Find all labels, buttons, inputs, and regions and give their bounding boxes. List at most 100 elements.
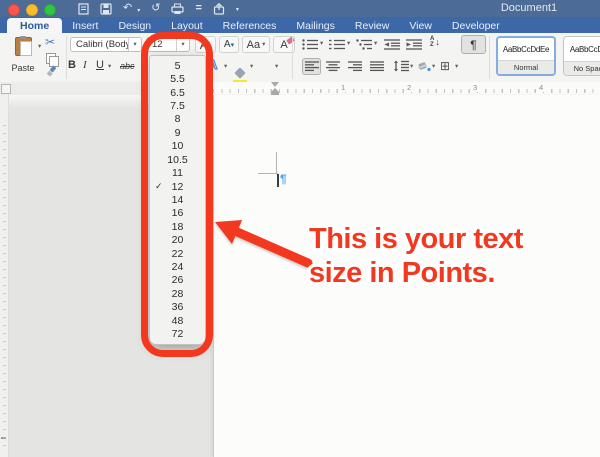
font-name-select[interactable]: Calibri (Body) ▾ bbox=[70, 37, 142, 52]
minimize-window-button[interactable] bbox=[26, 4, 38, 16]
customize-toolbar-caret-icon[interactable]: ▾ bbox=[236, 6, 239, 13]
cut-icon[interactable]: ✂ bbox=[45, 35, 55, 49]
font-size-option-24[interactable]: 24 bbox=[150, 260, 205, 273]
font-color-caret-icon[interactable]: ▾ bbox=[275, 64, 278, 70]
document-page[interactable] bbox=[213, 95, 600, 457]
font-size-select[interactable]: 12 ▾ bbox=[146, 37, 190, 52]
copy-icon[interactable] bbox=[46, 53, 56, 64]
titlebar: ↶ ▾ ↺ = ▾ Document1 bbox=[0, 0, 600, 17]
first-line-indent-marker[interactable] bbox=[271, 82, 279, 87]
font-size-option-26[interactable]: 26 bbox=[150, 274, 205, 287]
window-controls bbox=[8, 4, 56, 16]
font-size-option-12[interactable]: ✓12 bbox=[150, 180, 205, 193]
line-spacing-button[interactable] bbox=[393, 60, 409, 72]
undo-caret-icon[interactable]: ▾ bbox=[137, 7, 140, 14]
ribbon-collapse-icon[interactable]: = bbox=[195, 3, 201, 14]
undo-icon[interactable]: ↶ bbox=[123, 3, 132, 14]
close-window-button[interactable] bbox=[8, 4, 20, 16]
borders-button[interactable]: ⊞ bbox=[440, 60, 450, 72]
save-icon[interactable] bbox=[100, 3, 112, 15]
font-size-option-10[interactable]: 10 bbox=[150, 140, 205, 153]
shading-button[interactable] bbox=[417, 60, 431, 72]
tab-mailings[interactable]: Mailings bbox=[286, 18, 345, 33]
align-center-button[interactable] bbox=[326, 61, 340, 72]
paste-clipboard-icon bbox=[15, 37, 32, 56]
font-size-option-8[interactable]: 8 bbox=[150, 113, 205, 126]
font-size-option-6.5[interactable]: 6.5 bbox=[150, 86, 205, 99]
grow-font-up-icon: ▴ bbox=[208, 41, 212, 49]
paste-button[interactable]: Paste bbox=[8, 37, 38, 73]
underline-button[interactable]: U bbox=[96, 59, 104, 71]
grow-font-button[interactable]: A▴ bbox=[195, 36, 216, 53]
share-icon[interactable] bbox=[213, 3, 225, 15]
document-title: Document1 bbox=[501, 2, 557, 14]
redo-icon[interactable]: ↺ bbox=[151, 3, 160, 14]
new-document-icon[interactable] bbox=[78, 3, 89, 15]
text-effects-caret-icon[interactable]: ▾ bbox=[224, 64, 227, 70]
font-size-option-16[interactable]: 16 bbox=[150, 207, 205, 220]
align-right-button[interactable] bbox=[348, 61, 362, 72]
font-size-option-18[interactable]: 18 bbox=[150, 220, 205, 233]
tab-design[interactable]: Design bbox=[108, 18, 161, 33]
style-no-spacing[interactable]: AaBbCcDdEe No Spacing bbox=[563, 36, 600, 76]
font-size-option-5[interactable]: 5 bbox=[150, 59, 205, 72]
print-icon[interactable] bbox=[171, 3, 184, 15]
ribbon-tabs: HomeInsertDesignLayoutReferencesMailings… bbox=[0, 17, 600, 33]
tab-references[interactable]: References bbox=[213, 18, 287, 33]
font-size-option-20[interactable]: 20 bbox=[150, 233, 205, 246]
justify-button[interactable] bbox=[370, 61, 384, 72]
tab-review[interactable]: Review bbox=[345, 18, 399, 33]
change-case-caret-icon: ▾ bbox=[262, 42, 265, 48]
multilevel-list-button[interactable] bbox=[356, 37, 373, 55]
shading-caret-icon[interactable]: ▾ bbox=[432, 64, 435, 70]
font-size-option-10.5[interactable]: 10.5 bbox=[150, 153, 205, 166]
bullets-caret-icon[interactable]: ▾ bbox=[320, 41, 323, 47]
style-normal[interactable]: AaBbCcDdEe Normal bbox=[496, 36, 556, 76]
zoom-window-button[interactable] bbox=[44, 4, 56, 16]
highlight-button[interactable] bbox=[233, 69, 248, 83]
tab-home[interactable]: Home bbox=[7, 18, 62, 33]
show-formatting-marks-button[interactable]: ¶ bbox=[461, 35, 486, 54]
font-size-option-36[interactable]: 36 bbox=[150, 301, 205, 314]
shrink-font-button[interactable]: A▾ bbox=[219, 36, 239, 53]
tab-developer[interactable]: Developer bbox=[442, 18, 510, 33]
highlight-caret-icon[interactable]: ▾ bbox=[250, 64, 253, 70]
ruler-inch-number: 1 bbox=[339, 83, 347, 92]
underline-caret-icon[interactable]: ▾ bbox=[108, 64, 111, 70]
change-case-button[interactable]: Aa▾ bbox=[242, 36, 270, 53]
align-left-button[interactable] bbox=[302, 58, 321, 75]
style-name: Normal bbox=[498, 60, 554, 74]
style-name: No Spacing bbox=[564, 61, 600, 75]
font-size-option-11[interactable]: 11 bbox=[150, 166, 205, 179]
font-size-option-5.5[interactable]: 5.5 bbox=[150, 72, 205, 85]
increase-indent-button[interactable] bbox=[406, 37, 423, 55]
sort-button[interactable]: AZ ↓ bbox=[430, 36, 440, 48]
font-size-option-22[interactable]: 22 bbox=[150, 247, 205, 260]
text-boundary-mark bbox=[258, 173, 278, 174]
font-size-option-48[interactable]: 48 bbox=[150, 314, 205, 327]
font-size-option-9[interactable]: 9 bbox=[150, 126, 205, 139]
numbering-button[interactable] bbox=[329, 37, 346, 55]
tab-layout[interactable]: Layout bbox=[161, 18, 213, 33]
borders-caret-icon[interactable]: ▾ bbox=[455, 64, 458, 70]
italic-button[interactable]: I bbox=[83, 59, 87, 71]
bold-button[interactable]: B bbox=[68, 59, 76, 71]
decrease-indent-button[interactable] bbox=[384, 37, 401, 55]
bullets-button[interactable] bbox=[302, 37, 319, 55]
line-spacing-caret-icon[interactable]: ▾ bbox=[410, 64, 413, 70]
numbering-caret-icon[interactable]: ▾ bbox=[347, 41, 350, 47]
font-size-option-28[interactable]: 28 bbox=[150, 287, 205, 300]
text-effects-button[interactable]: A bbox=[208, 57, 217, 72]
strikethrough-button[interactable]: abc bbox=[120, 61, 135, 71]
font-size-value: 12 bbox=[147, 39, 176, 50]
font-size-option-72[interactable]: 72 bbox=[150, 327, 205, 340]
font-size-caret-icon: ▾ bbox=[176, 38, 189, 51]
font-size-option-7.5[interactable]: 7.5 bbox=[150, 99, 205, 112]
tab-insert[interactable]: Insert bbox=[62, 18, 108, 33]
style-sample: AaBbCcDdEe bbox=[564, 37, 600, 61]
font-size-option-14[interactable]: 14 bbox=[150, 193, 205, 206]
tab-stop-selector[interactable] bbox=[1, 84, 11, 94]
paste-caret-icon[interactable]: ▾ bbox=[38, 44, 41, 50]
multilevel-caret-icon[interactable]: ▾ bbox=[374, 41, 377, 47]
tab-view[interactable]: View bbox=[399, 18, 442, 33]
